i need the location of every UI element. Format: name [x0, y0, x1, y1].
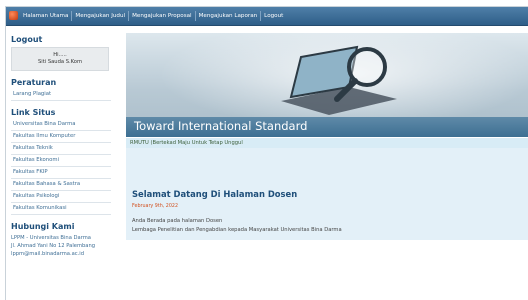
sidebar: Logout Hi..... Siti Sauda S.Kom Peratura… — [11, 35, 111, 258]
user-name: Siti Sauda S.Kom — [37, 59, 83, 65]
link-fakultas-bahasa-sastra[interactable]: Fakultas Bahasa & Sastra — [11, 179, 111, 191]
link-larang-plagiat[interactable]: Larang Plagiat — [11, 89, 111, 101]
nav-mengajukan-proposal[interactable]: Mengajukan Proposal — [129, 13, 195, 19]
link-fakultas-psikologi[interactable]: Fakultas Psikologi — [11, 191, 111, 203]
peraturan-heading: Peraturan — [11, 78, 57, 87]
laptop-magnifier-icon — [281, 45, 397, 115]
top-navigation-bar: Halaman Utama Mengajukan Judul Mengajuka… — [6, 7, 528, 26]
banner-title: Toward International Standard — [134, 119, 308, 133]
nav-halaman-utama[interactable]: Halaman Utama — [20, 13, 71, 19]
nav-logout[interactable]: Logout — [261, 13, 286, 19]
link-universitas-bina-darma[interactable]: Universitas Bina Darma — [11, 119, 111, 131]
link-situs-heading: Link Situs — [11, 108, 56, 117]
link-fakultas-fkip[interactable]: Fakultas FKIP — [11, 167, 111, 179]
site-logo-icon — [9, 11, 18, 20]
link-situs-list: Universitas Bina Darma Fakultas Ilmu Kom… — [11, 119, 111, 215]
main-content: Selamat Datang Di Halaman Dosen February… — [126, 148, 528, 240]
tagline: RMUTU (Bertekad Maju Untuk Tetap Unggul — [126, 138, 528, 148]
contact-line: Jl. Ahmad Yani No 12 Palembang — [11, 243, 96, 249]
link-fakultas-ilmu-komputer[interactable]: Fakultas Ilmu Komputer — [11, 131, 111, 143]
browser-page: Halaman Utama Mengajukan Judul Mengajuka… — [5, 6, 528, 300]
contact-email[interactable]: lppm@mail.binadarma.ac.id — [11, 250, 111, 258]
main-menu: Halaman Utama Mengajukan Judul Mengajuka… — [20, 7, 286, 25]
user-box: Hi..... Siti Sauda S.Kom — [11, 47, 109, 71]
link-fakultas-komunikasi[interactable]: Fakultas Komunikasi — [11, 203, 111, 215]
peraturan-list: Larang Plagiat — [11, 89, 111, 101]
link-fakultas-ekonomi[interactable]: Fakultas Ekonomi — [11, 155, 111, 167]
nav-mengajukan-judul[interactable]: Mengajukan Judul — [72, 13, 128, 19]
hubungi-kami-heading: Hubungi Kami — [11, 222, 75, 231]
contact-info: LPPM - Universitas Bina Darma Jl. Ahmad … — [11, 234, 111, 258]
post-date: February 9th, 2022 — [132, 204, 179, 209]
link-fakultas-teknik[interactable]: Fakultas Teknik — [11, 143, 111, 155]
greeting-text: Hi..... — [53, 52, 67, 58]
logout-heading[interactable]: Logout — [11, 35, 111, 44]
content-text: Anda Berada pada halaman Dosen — [132, 218, 223, 224]
contact-line: LPPM - Universitas Bina Darma — [11, 235, 91, 241]
header-banner: Toward International Standard — [126, 33, 528, 137]
page-title: Selamat Datang Di Halaman Dosen — [132, 189, 298, 199]
nav-mengajukan-laporan[interactable]: Mengajukan Laporan — [196, 13, 261, 19]
content-text: Lembaga Penelitian dan Pengabdian kepada… — [132, 227, 342, 233]
